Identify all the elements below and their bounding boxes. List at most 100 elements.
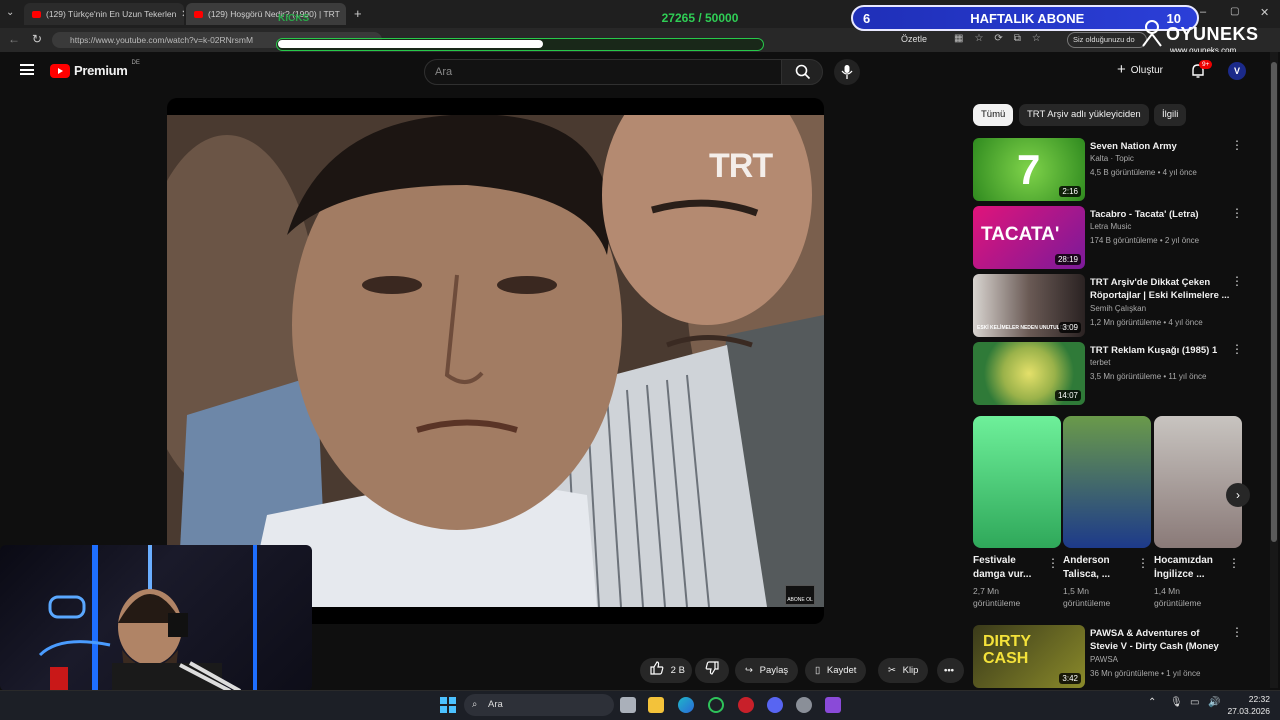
window-restore-icon[interactable]: ▢ [1230,6,1239,17]
chip-all[interactable]: Tümü [973,104,1014,126]
voice-search-button[interactable] [834,59,860,85]
more-options-icon[interactable]: ⋮ [1231,625,1243,639]
dislike-button[interactable] [695,658,729,683]
video-thumbnail[interactable]: 7 2:16 [973,138,1085,201]
edge-browser-icon[interactable] [678,697,694,713]
app-red-icon[interactable] [738,697,754,713]
video-duration: 3:42 [1059,673,1081,684]
channel-name[interactable]: PAWSA [1090,655,1118,664]
recommendation-item[interactable]: TACATA' 28:19 Tacabro - Tacata' (Letra) … [973,206,1263,270]
channel-name[interactable]: terbet [1090,358,1110,367]
short-view-label: görüntüleme [973,598,1021,608]
recommendation-item[interactable]: ESKİ KELİMELER NEDEN UNUTULDU? 3:09 TRT … [973,274,1263,338]
video-thumbnail[interactable]: DIRTY CASH 3:42 [973,625,1085,688]
video-thumbnail[interactable]: ESKİ KELİMELER NEDEN UNUTULDU? 3:09 [973,274,1085,337]
prompt-pill[interactable]: Siz olduğunuzu do [1067,32,1147,48]
search-icon [795,64,811,80]
video-meta: 174 B görüntüleme • 2 yıl önce [1090,236,1200,245]
short-thumbnail[interactable] [1154,416,1242,548]
clip-button[interactable]: ✂ Klip [878,658,929,683]
video-duration: 3:09 [1059,322,1081,333]
youtube-favicon-icon [32,10,41,18]
video-title[interactable]: Tacabro - Tacata' (Letra) [1090,208,1230,221]
channel-name[interactable]: Semih Çalışkan [1090,304,1146,313]
volume-icon[interactable]: 🔊 [1208,697,1220,708]
settings-gear-icon[interactable] [796,697,812,713]
more-options-icon[interactable]: ⋮ [1231,138,1243,152]
menu-icon[interactable] [20,64,34,75]
short-title[interactable]: Hocamızdan İngilizce ... [1154,554,1228,582]
subscriber-progress-fill [278,40,543,48]
file-explorer-icon[interactable] [648,697,664,713]
trt-watermark: TRT [709,147,773,185]
close-tab-icon[interactable]: ✕ [345,9,346,20]
short-thumbnail[interactable] [973,416,1061,548]
video-thumbnail[interactable]: 14:07 [973,342,1085,405]
app-grid-icon[interactable] [825,697,841,713]
more-options-icon[interactable]: ⋮ [1231,206,1243,220]
reload-icon[interactable]: ↻ [32,32,42,46]
create-button[interactable]: + Oluştur [1117,62,1163,77]
share-button[interactable]: ↪ Paylaş [735,658,799,683]
taskbar-search[interactable]: ⌕ Ara [464,694,614,716]
video-title[interactable]: PAWSA & Adventures of Stevie V - Dirty C… [1090,627,1230,653]
short-title[interactable]: Festivale damga vur... [973,554,1047,582]
shorts-next-button[interactable]: › [1226,483,1250,507]
like-button[interactable]: 2 B [640,658,692,683]
more-options-icon[interactable]: ⋮ [1137,556,1149,570]
recommendation-item[interactable]: 7 2:16 Seven Nation Army Kalta · Topic 4… [973,138,1263,202]
avatar[interactable]: V [1228,62,1246,80]
short-item[interactable]: Festivale damga vur... 2,7 Mn görüntüleme… [973,416,1061,609]
chip-uploader[interactable]: TRT Arşiv adlı yükleyiciden [1019,104,1149,126]
start-button[interactable] [440,697,456,713]
more-actions-button[interactable]: ••• [937,658,964,683]
search-button[interactable] [781,59,823,85]
bookmark-icon: ▯ [815,665,821,676]
tray-chevron-icon[interactable]: ⌃ [1148,697,1156,708]
chip-related[interactable]: İlgili [1154,104,1187,126]
more-options-icon[interactable]: ⋮ [1228,556,1240,570]
short-item[interactable]: Hocamızdan İngilizce ... 1,4 Mn görüntüle… [1154,416,1242,609]
create-label: Oluştur [1130,64,1163,76]
more-options-icon[interactable]: ⋮ [1047,556,1059,570]
extension-icons[interactable]: ▦☆⟳⧉☆ [954,33,1052,44]
back-icon[interactable]: ← [8,32,20,46]
window-close-icon[interactable]: ✕ [1260,6,1269,19]
clock-time: 22:32 [1248,694,1270,704]
window-minimize-icon[interactable]: – [1200,6,1206,18]
short-item[interactable]: Anderson Talisca, ... 1,5 Mn görüntüleme … [1063,416,1151,609]
clock[interactable]: 22:32 27.03.2026 [1222,693,1270,717]
video-title[interactable]: TRT Arşiv'de Dikkat Çeken Röportajlar | … [1090,276,1230,302]
more-options-icon[interactable]: ⋮ [1231,342,1243,356]
channel-name[interactable]: Kalta · Topic [1090,154,1134,163]
video-title[interactable]: Seven Nation Army [1090,140,1230,153]
video-title[interactable]: TRT Reklam Kuşağı (1985) 1 [1090,344,1230,357]
short-title[interactable]: Anderson Talisca, ... [1063,554,1137,582]
summarize-button[interactable]: Özetle [901,34,927,44]
video-thumbnail[interactable]: TACATA' 28:19 [973,206,1085,269]
discord-icon[interactable] [767,697,783,713]
search-input[interactable]: Ara [424,59,782,85]
youtube-logo[interactable]: Premium DE [50,60,140,78]
browser-tab[interactable]: (129) Türkçe'nin En Uzun Tekerlen ✕ [24,3,184,25]
short-view-count: 1,4 Mn [1154,586,1180,596]
close-tab-icon[interactable]: ✕ [181,9,184,20]
page-scrollbar[interactable] [1270,52,1278,688]
new-tab-icon[interactable]: + [354,6,362,21]
task-view-icon[interactable] [620,697,636,713]
microphone-tray-icon[interactable]: 🎙 [1170,697,1183,708]
share-label: Paylaş [759,665,789,676]
video-frame[interactable]: TRT ABONE OL [167,115,824,607]
channel-name[interactable]: Letra Music [1090,222,1131,231]
save-button[interactable]: ▯ Kaydet [805,658,867,683]
subscribe-corner-badge[interactable]: ABONE OL [785,585,815,605]
recommendation-item[interactable]: DIRTY CASH 3:42 PAWSA & Adventures of St… [973,625,1263,689]
network-icon[interactable]: ▭ [1190,697,1199,708]
browser-tab-active[interactable]: (129) Hoşgörü Nedir? (1990) | TRT ✕ [186,3,346,25]
recommendation-item[interactable]: 14:07 TRT Reklam Kuşağı (1985) 1 terbet … [973,342,1263,406]
tab-list-chevron-icon[interactable]: ⌄ [6,7,14,18]
short-thumbnail[interactable] [1063,416,1151,548]
app-green-icon[interactable] [708,697,724,713]
notifications-button[interactable]: 9+ [1190,60,1213,79]
more-options-icon[interactable]: ⋮ [1231,274,1243,288]
